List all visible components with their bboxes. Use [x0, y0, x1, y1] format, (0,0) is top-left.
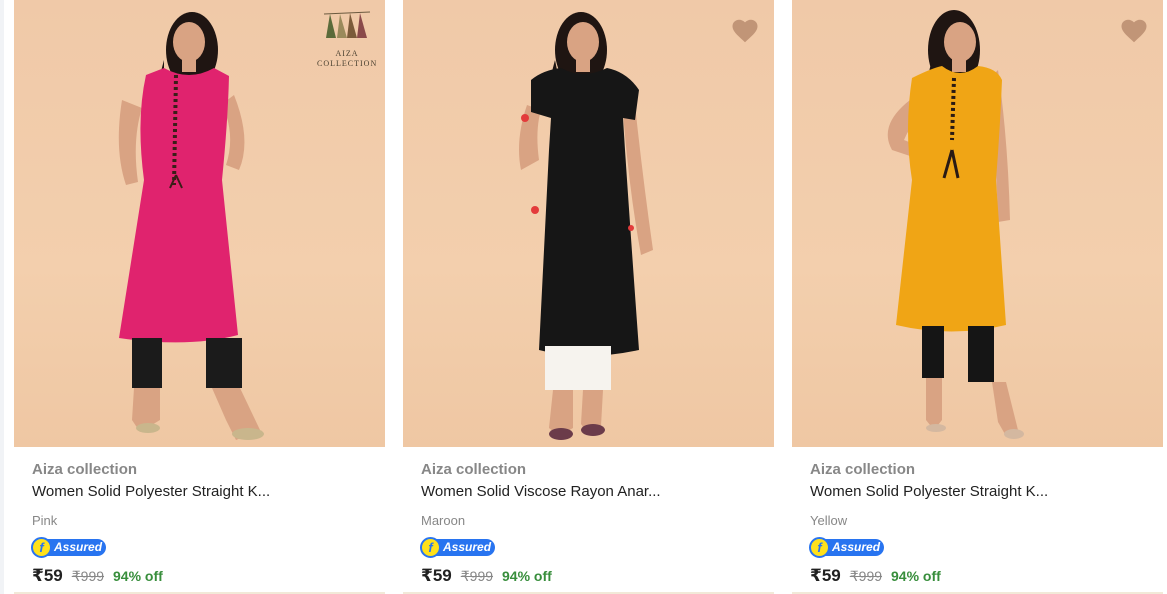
- product-card[interactable]: Aiza collection Women Solid Viscose Rayo…: [403, 0, 774, 594]
- original-price: ₹999: [460, 568, 494, 584]
- model-figure: [118, 12, 264, 440]
- assured-logo-mark: f: [420, 536, 441, 558]
- selling-price: ₹59: [32, 566, 63, 585]
- assured-badge-row: f Assured: [809, 536, 1150, 558]
- product-grid: AIZA COLLECTION Aiza collection Women So…: [0, 0, 1167, 594]
- heart-icon[interactable]: [1119, 16, 1149, 46]
- discount-label: 94% off: [113, 568, 163, 584]
- model-illustration: [519, 12, 653, 440]
- original-price: ₹999: [71, 568, 105, 584]
- model-figure: [519, 12, 653, 440]
- assured-label: Assured: [832, 540, 881, 554]
- logo-text-line2: COLLECTION: [317, 59, 378, 68]
- product-title[interactable]: Women Solid Polyester Straight K...: [32, 481, 372, 503]
- selling-price: ₹59: [810, 566, 841, 585]
- product-color: Yellow: [810, 513, 848, 528]
- grid-left-border: [0, 0, 4, 594]
- discount-label: 94% off: [891, 568, 941, 584]
- product-title[interactable]: Women Solid Viscose Rayon Anar...: [421, 481, 761, 503]
- flipkart-assured-icon: f Assured: [809, 536, 884, 558]
- assured-label: Assured: [54, 540, 103, 554]
- flipkart-assured-icon: f Assured: [31, 536, 106, 558]
- price-row: ₹59 ₹999 94% off: [810, 566, 1150, 588]
- product-brand: Aiza collection: [32, 461, 138, 478]
- product-image[interactable]: AIZA COLLECTION: [14, 0, 385, 447]
- product-card[interactable]: AIZA COLLECTION Aiza collection Women So…: [14, 0, 385, 594]
- product-brand: Aiza collection: [421, 461, 527, 478]
- model-illustration: [887, 10, 1024, 439]
- assured-badge-row: f Assured: [420, 536, 761, 558]
- product-info: Aiza collection Women Solid Polyester St…: [31, 460, 372, 588]
- model-figure: [887, 10, 1024, 439]
- assured-label: Assured: [443, 540, 492, 554]
- product-color: Pink: [32, 513, 58, 528]
- assured-badge-row: f Assured: [31, 536, 372, 558]
- heart-icon[interactable]: [730, 16, 760, 46]
- product-card[interactable]: Aiza collection Women Solid Polyester St…: [792, 0, 1163, 594]
- selling-price: ₹59: [421, 566, 452, 585]
- assured-logo-mark: f: [809, 536, 830, 558]
- product-info: Aiza collection Women Solid Viscose Rayo…: [420, 460, 761, 588]
- price-row: ₹59 ₹999 94% off: [421, 566, 761, 588]
- flipkart-assured-icon: f Assured: [420, 536, 495, 558]
- product-image[interactable]: [792, 0, 1163, 447]
- hanging-dresses-icon: [323, 11, 371, 38]
- brand-logo: AIZA COLLECTION: [317, 10, 377, 70]
- product-brand: Aiza collection: [810, 461, 916, 478]
- assured-logo-mark: f: [31, 536, 52, 558]
- product-color: Maroon: [421, 513, 466, 528]
- discount-label: 94% off: [502, 568, 552, 584]
- product-info: Aiza collection Women Solid Polyester St…: [809, 460, 1150, 588]
- price-row: ₹59 ₹999 94% off: [32, 566, 372, 588]
- product-image[interactable]: [403, 0, 774, 447]
- product-title[interactable]: Women Solid Polyester Straight K...: [810, 481, 1150, 503]
- logo-text-line1: AIZA: [335, 49, 359, 58]
- original-price: ₹999: [849, 568, 883, 584]
